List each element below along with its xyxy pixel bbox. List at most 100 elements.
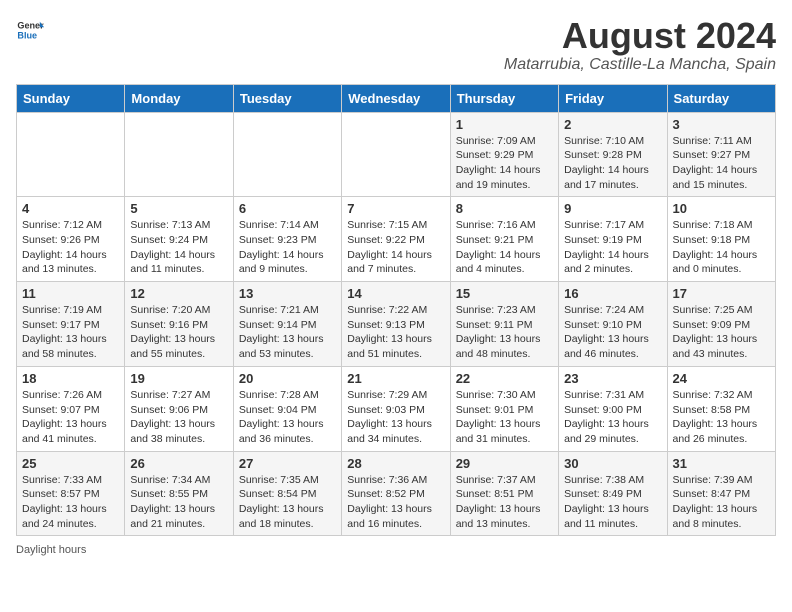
calendar-cell: 10Sunrise: 7:18 AMSunset: 9:18 PMDayligh… <box>667 197 775 282</box>
day-number: 24 <box>673 371 770 386</box>
calendar-cell: 16 Sunrise: 7:24 AMSunset: 9:10 PMDayligh… <box>559 282 667 367</box>
day-info: Sunrise: 7:21 AMSunset: 9:14 PMDaylight:… <box>239 303 336 362</box>
day-number: 19 <box>130 371 227 386</box>
day-info: Sunrise: 7:22 AMSunset: 9:13 PMDaylight:… <box>347 303 444 362</box>
page-header: General Blue August 2024 Matarrubia, Cas… <box>16 16 776 74</box>
day-info: Sunrise: 7:24 AMSunset: 9:10 PMDaylight:… <box>564 303 661 362</box>
calendar-title: August 2024 <box>504 16 776 56</box>
calendar-cell: 9 Sunrise: 7:17 AMSunset: 9:19 PMDaylight… <box>559 197 667 282</box>
calendar-cell: 28 Sunrise: 7:36 AMSunset: 8:52 PMDayligh… <box>342 451 450 536</box>
col-header-monday: Monday <box>125 84 233 112</box>
footer-note: Daylight hours <box>16 544 776 556</box>
col-header-saturday: Saturday <box>667 84 775 112</box>
title-area: August 2024 Matarrubia, Castille-La Manc… <box>504 16 776 74</box>
logo-icon: General Blue <box>16 16 44 44</box>
calendar-cell: 4 Sunrise: 7:12 AMSunset: 9:26 PMDaylight… <box>17 197 125 282</box>
daylight-hours-label: Daylight hours <box>16 544 86 556</box>
calendar-cell: 19Sunrise: 7:27 AMSunset: 9:06 PMDayligh… <box>125 366 233 451</box>
day-number: 8 <box>456 201 553 216</box>
day-info: Sunrise: 7:17 AMSunset: 9:19 PMDaylight:… <box>564 218 661 277</box>
calendar-cell: 29 Sunrise: 7:37 AMSunset: 8:51 PMDayligh… <box>450 451 558 536</box>
day-number: 9 <box>564 201 661 216</box>
day-info: Sunrise: 7:18 AMSunset: 9:18 PMDaylight:… <box>673 218 770 277</box>
day-number: 26 <box>130 456 227 471</box>
calendar-cell: 21 Sunrise: 7:29 AMSunset: 9:03 PMDayligh… <box>342 366 450 451</box>
day-info: Sunrise: 7:35 AMSunset: 8:54 PMDaylight:… <box>239 473 336 532</box>
day-info: Sunrise: 7:32 AMSunset: 8:58 PMDaylight:… <box>673 388 770 447</box>
calendar-cell: 8 Sunrise: 7:16 AMSunset: 9:21 PMDaylight… <box>450 197 558 282</box>
day-number: 22 <box>456 371 553 386</box>
calendar-subtitle: Matarrubia, Castille-La Mancha, Spain <box>504 56 776 74</box>
calendar-cell: 5 Sunrise: 7:13 AMSunset: 9:24 PMDaylight… <box>125 197 233 282</box>
day-number: 28 <box>347 456 444 471</box>
calendar-cell: 31 Sunrise: 7:39 AMSunset: 8:47 PMDayligh… <box>667 451 775 536</box>
day-info: Sunrise: 7:09 AMSunset: 9:29 PMDaylight:… <box>456 134 553 193</box>
svg-text:Blue: Blue <box>17 30 37 40</box>
day-number: 2 <box>564 117 661 132</box>
day-number: 7 <box>347 201 444 216</box>
day-info: Sunrise: 7:16 AMSunset: 9:21 PMDaylight:… <box>456 218 553 277</box>
day-info: Sunrise: 7:33 AMSunset: 8:57 PMDaylight:… <box>22 473 119 532</box>
calendar-cell: 23 Sunrise: 7:31 AMSunset: 9:00 PMDayligh… <box>559 366 667 451</box>
day-number: 27 <box>239 456 336 471</box>
calendar-cell: 2 Sunrise: 7:10 AMSunset: 9:28 PMDaylight… <box>559 112 667 197</box>
day-info: Sunrise: 7:26 AMSunset: 9:07 PMDaylight:… <box>22 388 119 447</box>
col-header-wednesday: Wednesday <box>342 84 450 112</box>
day-number: 20 <box>239 371 336 386</box>
day-info: Sunrise: 7:14 AMSunset: 9:23 PMDaylight:… <box>239 218 336 277</box>
col-header-friday: Friday <box>559 84 667 112</box>
day-number: 30 <box>564 456 661 471</box>
calendar-cell: 6Sunrise: 7:14 AMSunset: 9:23 PMDaylight… <box>233 197 341 282</box>
calendar-cell: 20 Sunrise: 7:28 AMSunset: 9:04 PMDayligh… <box>233 366 341 451</box>
day-number: 13 <box>239 286 336 301</box>
calendar-cell <box>342 112 450 197</box>
calendar-header-row: SundayMondayTuesdayWednesdayThursdayFrid… <box>17 84 776 112</box>
calendar-cell: 14 Sunrise: 7:22 AMSunset: 9:13 PMDayligh… <box>342 282 450 367</box>
calendar-cell: 12 Sunrise: 7:20 AMSunset: 9:16 PMDayligh… <box>125 282 233 367</box>
calendar-week-3: 11Sunrise: 7:19 AMSunset: 9:17 PMDayligh… <box>17 282 776 367</box>
day-info: Sunrise: 7:12 AMSunset: 9:26 PMDaylight:… <box>22 218 119 277</box>
calendar-cell: 25Sunrise: 7:33 AMSunset: 8:57 PMDayligh… <box>17 451 125 536</box>
calendar-cell: 13 Sunrise: 7:21 AMSunset: 9:14 PMDayligh… <box>233 282 341 367</box>
day-info: Sunrise: 7:36 AMSunset: 8:52 PMDaylight:… <box>347 473 444 532</box>
col-header-sunday: Sunday <box>17 84 125 112</box>
day-number: 4 <box>22 201 119 216</box>
day-info: Sunrise: 7:39 AMSunset: 8:47 PMDaylight:… <box>673 473 770 532</box>
calendar-cell <box>17 112 125 197</box>
day-info: Sunrise: 7:13 AMSunset: 9:24 PMDaylight:… <box>130 218 227 277</box>
day-info: Sunrise: 7:10 AMSunset: 9:28 PMDaylight:… <box>564 134 661 193</box>
day-number: 17 <box>673 286 770 301</box>
calendar-cell: 17Sunrise: 7:25 AMSunset: 9:09 PMDayligh… <box>667 282 775 367</box>
day-number: 23 <box>564 371 661 386</box>
day-number: 3 <box>673 117 770 132</box>
calendar-cell: 7Sunrise: 7:15 AMSunset: 9:22 PMDaylight… <box>342 197 450 282</box>
col-header-tuesday: Tuesday <box>233 84 341 112</box>
day-number: 14 <box>347 286 444 301</box>
day-number: 12 <box>130 286 227 301</box>
day-number: 5 <box>130 201 227 216</box>
logo: General Blue <box>16 16 44 44</box>
day-info: Sunrise: 7:38 AMSunset: 8:49 PMDaylight:… <box>564 473 661 532</box>
calendar-cell: 27 Sunrise: 7:35 AMSunset: 8:54 PMDayligh… <box>233 451 341 536</box>
calendar-cell: 11Sunrise: 7:19 AMSunset: 9:17 PMDayligh… <box>17 282 125 367</box>
day-number: 18 <box>22 371 119 386</box>
calendar-week-1: 1 Sunrise: 7:09 AMSunset: 9:29 PMDaylight… <box>17 112 776 197</box>
day-number: 16 <box>564 286 661 301</box>
day-info: Sunrise: 7:29 AMSunset: 9:03 PMDaylight:… <box>347 388 444 447</box>
calendar-cell: 15Sunrise: 7:23 AMSunset: 9:11 PMDayligh… <box>450 282 558 367</box>
day-info: Sunrise: 7:20 AMSunset: 9:16 PMDaylight:… <box>130 303 227 362</box>
day-info: Sunrise: 7:11 AMSunset: 9:27 PMDaylight:… <box>673 134 770 193</box>
day-number: 31 <box>673 456 770 471</box>
day-info: Sunrise: 7:28 AMSunset: 9:04 PMDaylight:… <box>239 388 336 447</box>
day-info: Sunrise: 7:30 AMSunset: 9:01 PMDaylight:… <box>456 388 553 447</box>
day-number: 21 <box>347 371 444 386</box>
day-info: Sunrise: 7:37 AMSunset: 8:51 PMDaylight:… <box>456 473 553 532</box>
calendar-cell: 26 Sunrise: 7:34 AMSunset: 8:55 PMDayligh… <box>125 451 233 536</box>
day-info: Sunrise: 7:34 AMSunset: 8:55 PMDaylight:… <box>130 473 227 532</box>
calendar-cell: 22 Sunrise: 7:30 AMSunset: 9:01 PMDayligh… <box>450 366 558 451</box>
day-number: 29 <box>456 456 553 471</box>
day-number: 1 <box>456 117 553 132</box>
calendar-cell <box>233 112 341 197</box>
day-info: Sunrise: 7:31 AMSunset: 9:00 PMDaylight:… <box>564 388 661 447</box>
day-number: 15 <box>456 286 553 301</box>
